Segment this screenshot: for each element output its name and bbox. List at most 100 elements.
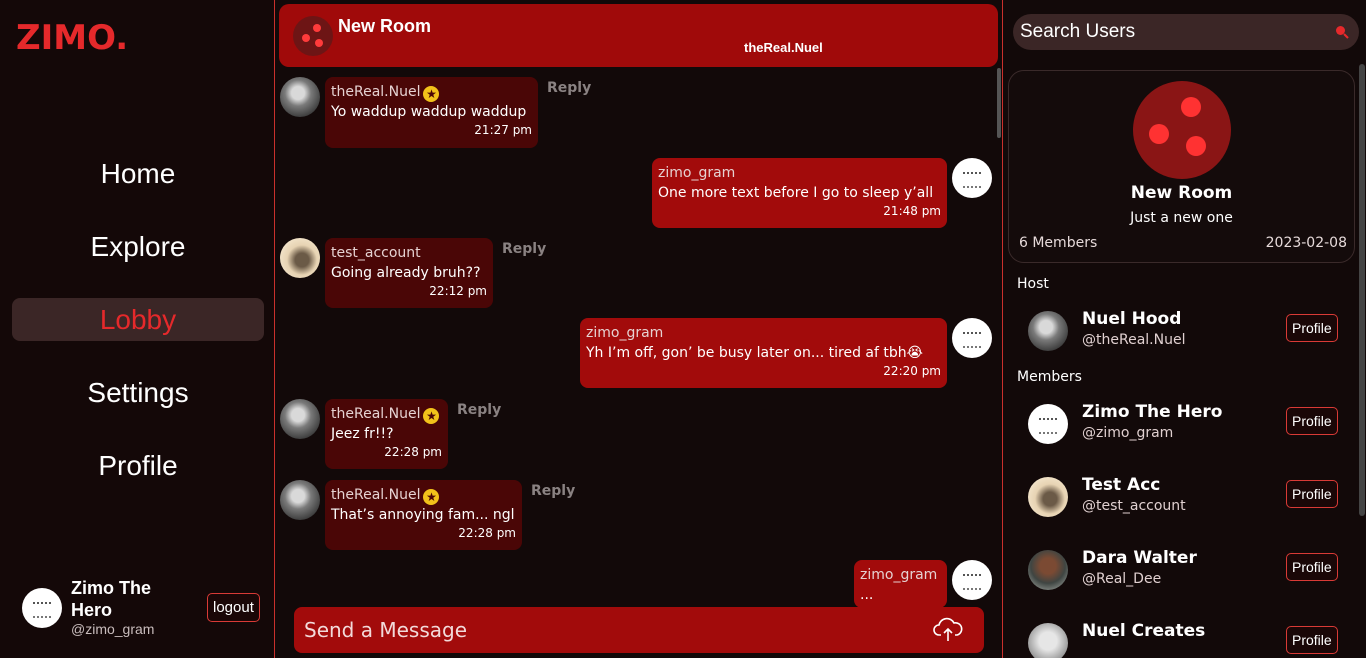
left-sidebar: ZIMO. Home Explore Lobby Settings Profil… [0,0,275,658]
member-handle: @Real_Dee [1082,571,1162,587]
member-profile-button[interactable]: Profile [1286,553,1338,581]
host-section-label: Host [1017,276,1049,292]
message-avatar[interactable] [280,77,320,117]
search-input[interactable] [1013,14,1323,50]
member-row: Test Acc @test_account Profile [1028,475,1343,519]
message-bubble: zimo_gram One more text before I go to s… [652,158,947,228]
message-username[interactable]: test_account [331,243,487,263]
host-handle: @theReal.Nuel [1082,332,1186,348]
member-row: Zimo The Hero @zimo_gram Profile [1028,402,1343,446]
message-username[interactable]: zimo_gram [860,565,941,585]
member-handle: @test_account [1082,498,1186,514]
message-bubble: theReal.Nuel ★ Yo waddup waddup waddup 21… [325,77,538,148]
message-time: 22:28 pm [458,526,516,540]
message-username[interactable]: theReal.Nuel [331,487,420,503]
member-avatar[interactable] [1028,623,1068,658]
user-search [1013,14,1359,50]
main-nav: Home Explore Lobby Settings Profile [12,152,264,517]
chat-panel: New Room theReal.Nuel theReal.Nuel ★ Yo w… [275,0,1003,658]
message-avatar[interactable] [952,318,992,358]
room-icon-large [1133,81,1231,179]
room-title: New Room [338,16,432,36]
room-description: Just a new one [1130,210,1233,226]
nav-item-settings[interactable]: Settings [12,371,264,414]
message-text: One more text before I go to sleep y’all [658,185,934,201]
message-time: 21:27 pm [474,123,532,137]
message-bubble: theReal.Nuel ★ Jeez fr!!? 22:28 pm [325,399,448,469]
message-text: Yo waddup waddup waddup [331,104,527,120]
message-text: Yh I’m off, gon’ be busy later on... tir… [586,345,923,361]
star-badge-icon: ★ [423,408,440,424]
message-avatar[interactable] [952,158,992,198]
room-name: New Room [1130,183,1233,203]
star-badge-icon: ★ [423,489,440,505]
member-profile-button[interactable]: Profile [1286,626,1338,654]
logout-button[interactable]: logout [207,593,260,622]
room-info-card: New Room Just a new one 6 Members 2023-0… [1008,70,1355,263]
member-profile-button[interactable]: Profile [1286,407,1338,435]
message-avatar[interactable] [280,480,320,520]
member-name: Test Acc [1082,475,1161,495]
send-upload-icon[interactable] [931,615,965,645]
message-username[interactable]: zimo_gram [658,163,941,183]
app-window: ZIMO. Home Explore Lobby Settings Profil… [0,0,1366,658]
reply-button[interactable]: Reply [502,241,546,257]
message-bubble: theReal.Nuel ★ That’s annoying fam... ngl… [325,480,522,550]
member-profile-button[interactable]: Profile [1286,480,1338,508]
reply-button[interactable]: Reply [457,402,501,418]
chat-scrollbar[interactable] [997,68,1001,138]
host-name: Nuel Hood [1082,309,1182,329]
reply-button[interactable]: Reply [531,483,575,499]
host-row: Nuel Hood @theReal.Nuel Profile [1028,309,1343,353]
message-avatar[interactable] [952,560,992,600]
member-name: Zimo The Hero [1082,402,1223,422]
message-text: That’s annoying fam... ngl [331,507,515,523]
message-text: Going already bruh?? [331,265,481,281]
message-username[interactable]: theReal.Nuel [331,406,420,422]
current-user-card: Zimo The Hero @zimo_gram logout [22,577,262,641]
right-sidebar: New Room Just a new one 6 Members 2023-0… [1003,0,1366,658]
nav-item-profile[interactable]: Profile [12,444,264,487]
message-input[interactable] [294,607,919,653]
host-profile-button[interactable]: Profile [1286,314,1338,342]
message-avatar[interactable] [280,238,320,278]
nav-item-home[interactable]: Home [12,152,264,195]
nav-item-lobby[interactable]: Lobby [12,298,264,341]
message-bubble: zimo_gram ... [854,560,947,608]
member-name: Dara Walter [1082,548,1197,568]
current-user-avatar[interactable] [22,588,62,628]
member-name: Nuel Creates [1082,621,1206,641]
message-time: 22:20 pm [883,364,941,378]
search-icon[interactable] [1335,25,1349,39]
room-created-date: 2023-02-08 [1265,235,1347,251]
message-composer [294,607,984,653]
host-avatar[interactable] [1028,311,1068,351]
members-section-label: Members [1017,369,1082,385]
member-avatar[interactable] [1028,404,1068,444]
message-username[interactable]: theReal.Nuel [331,84,420,100]
current-user-name: Zimo The Hero [71,578,151,620]
room-icon [293,16,333,56]
sidebar-scrollbar[interactable] [1359,64,1365,516]
message-avatar[interactable] [280,399,320,439]
message-username[interactable]: zimo_gram [586,323,941,343]
member-avatar[interactable] [1028,477,1068,517]
room-header: New Room theReal.Nuel [279,4,998,67]
nav-item-explore[interactable]: Explore [12,225,264,268]
room-member-count: 6 Members [1019,235,1098,251]
message-time: 22:28 pm [384,445,442,459]
reply-button[interactable]: Reply [547,80,591,96]
member-row: Dara Walter @Real_Dee Profile [1028,548,1343,592]
current-user-handle: @zimo_gram [71,621,155,637]
member-avatar[interactable] [1028,550,1068,590]
star-badge-icon: ★ [423,86,440,102]
app-logo[interactable]: ZIMO. [16,18,128,58]
member-row: Nuel Creates Profile [1028,621,1343,658]
message-time: 21:48 pm [883,204,941,218]
member-handle: @zimo_gram [1082,425,1174,441]
message-bubble: test_account Going already bruh?? 22:12 … [325,238,493,308]
message-text: ... [860,587,874,603]
message-time: 22:12 pm [429,284,487,298]
room-host-name: theReal.Nuel [744,40,823,55]
message-text: Jeez fr!!? [331,426,394,442]
